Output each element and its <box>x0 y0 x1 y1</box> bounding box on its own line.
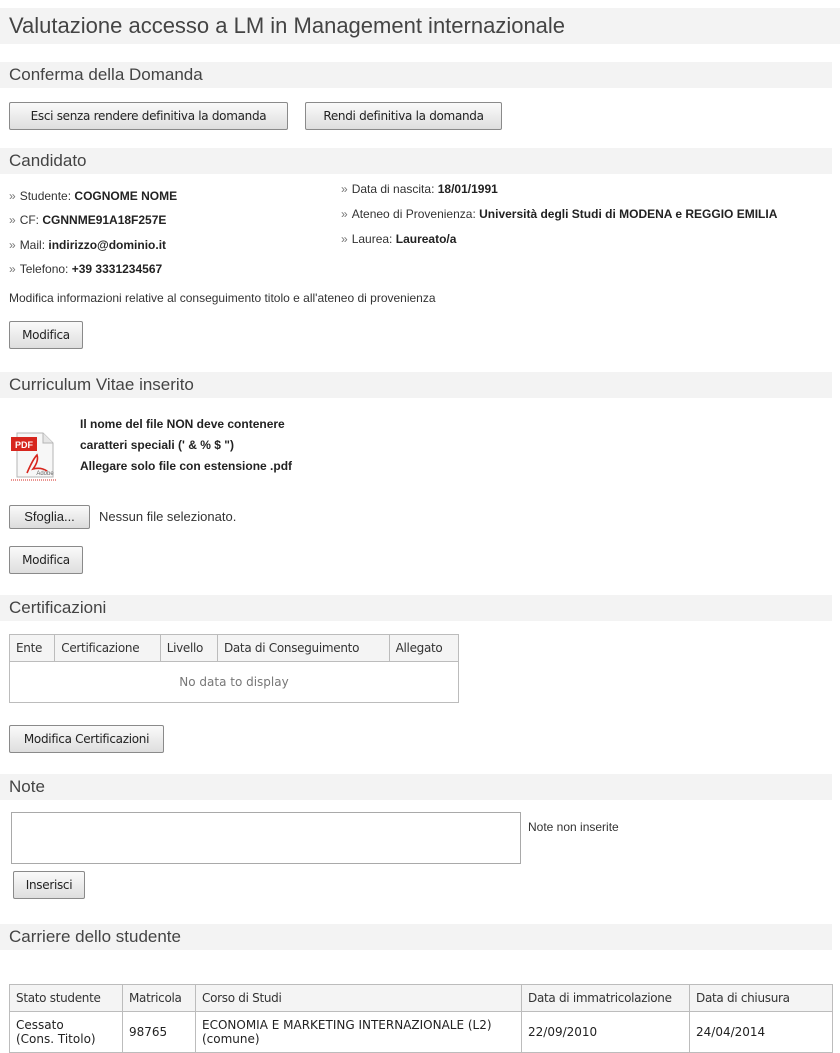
value: Università degli Studi di MODENA e REGGI… <box>479 207 778 221</box>
notice-line: Il nome del file NON deve contenere <box>80 417 285 431</box>
pdf-file-icon: PDF Adobe <box>9 427 61 483</box>
table-row: Cessato (Cons. Titolo) 98765 ECONOMIA E … <box>9 1011 833 1053</box>
cell-chiusura: 24/04/2014 <box>689 1011 833 1053</box>
notice-line: Allegare solo file con estensione .pdf <box>80 459 293 473</box>
value: +39 3331234567 <box>71 262 163 276</box>
bullet: » <box>9 238 16 252</box>
certifications-table: Ente Certificazione Livello Data di Cons… <box>8 634 460 703</box>
value: Laureato/a <box>395 232 457 246</box>
cv-notice: Il nome del file NON deve contenere cara… <box>80 414 292 477</box>
column-header-chiusura[interactable]: Data di chiusura <box>689 984 833 1012</box>
column-header-data-conseguimento[interactable]: Data di Conseguimento <box>216 634 390 662</box>
cell-corso: ECONOMIA E MARKETING INTERNAZIONALE (L2)… <box>195 1011 522 1053</box>
page-title: Valutazione accesso a LM in Management i… <box>0 8 840 44</box>
section-title-notes: Note <box>0 774 832 800</box>
bullet: » <box>341 207 348 221</box>
label: Ateneo di Provenienza: <box>351 207 480 221</box>
value: indirizzo@dominio.it <box>48 238 167 252</box>
table-header-row: Stato studente Matricola Corso di Studi … <box>9 984 833 1012</box>
value: COGNOME NOME <box>74 189 178 203</box>
adobe-label: Adobe <box>36 471 54 477</box>
section-title-confirm: Conferma della Domanda <box>0 62 832 88</box>
value: 18/01/1991 <box>437 182 498 196</box>
bullet: » <box>341 232 348 246</box>
section-title-careers: Carriere dello studente <box>0 924 832 950</box>
column-header-matricola[interactable]: Matricola <box>122 984 196 1012</box>
bullet: » <box>9 189 16 203</box>
edit-certifications-button[interactable]: Modifica Certificazioni <box>9 725 164 753</box>
label: CF: <box>19 213 43 227</box>
edit-candidate-button[interactable]: Modifica <box>9 321 83 349</box>
candidate-degree: » Laurea: Laureato/a <box>341 232 456 246</box>
insert-note-button[interactable]: Inserisci <box>13 871 85 899</box>
bullet: » <box>9 213 16 227</box>
cell-stato: Cessato (Cons. Titolo) <box>9 1011 123 1053</box>
stato-sub: (Cons. Titolo) <box>16 1032 96 1046</box>
label: Studente: <box>19 189 75 203</box>
exit-without-finalizing-button[interactable]: Esci senza rendere definitiva la domanda <box>9 102 288 130</box>
label: Data di nascita: <box>351 182 438 196</box>
cell-matricola: 98765 <box>122 1011 196 1053</box>
label: Telefono: <box>19 262 72 276</box>
table-header-row: Ente Certificazione Livello Data di Cons… <box>8 634 460 662</box>
candidate-student: » Studente: COGNOME NOME <box>9 189 177 203</box>
file-status: Nessun file selezionato. <box>99 509 237 524</box>
corso-sub: (comune) <box>202 1032 260 1046</box>
candidate-birthdate: » Data di nascita: 18/01/1991 <box>341 182 498 196</box>
candidate-university: » Ateneo di Provenienza: Università degli… <box>341 207 777 221</box>
careers-table: Stato studente Matricola Corso di Studi … <box>9 984 833 1053</box>
value: CGNNME91A18F257E <box>42 213 167 227</box>
notes-textarea[interactable] <box>11 812 521 864</box>
column-header-ente[interactable]: Ente <box>8 634 56 662</box>
edit-cv-button[interactable]: Modifica <box>9 546 83 574</box>
candidate-cf: » CF: CGNNME91A18F257E <box>9 213 166 227</box>
column-header-livello[interactable]: Livello <box>159 634 218 662</box>
pdf-label: PDF <box>15 440 34 450</box>
edit-info-description: Modifica informazioni relative al conseg… <box>9 291 436 305</box>
corso-value: ECONOMIA E MARKETING INTERNAZIONALE (L2) <box>202 1018 492 1032</box>
candidate-mail: » Mail: indirizzo@dominio.it <box>9 238 166 252</box>
browse-file-button[interactable]: Sfoglia... <box>9 505 90 529</box>
bullet: » <box>341 182 348 196</box>
column-header-allegato[interactable]: Allegato <box>388 634 460 662</box>
finalize-application-button[interactable]: Rendi definitiva la domanda <box>305 102 502 130</box>
column-header-immatricolazione[interactable]: Data di immatricolazione <box>521 984 690 1012</box>
stato-value: Cessato <box>16 1018 64 1032</box>
empty-message: No data to display <box>9 661 459 703</box>
column-header-corso[interactable]: Corso di Studi <box>195 984 522 1012</box>
bullet: » <box>9 262 16 276</box>
label: Laurea: <box>351 232 396 246</box>
section-title-candidate: Candidato <box>0 148 832 174</box>
column-header-stato[interactable]: Stato studente <box>9 984 123 1012</box>
table-row: No data to display <box>9 661 459 703</box>
section-title-cv: Curriculum Vitae inserito <box>0 372 832 398</box>
column-header-certificazione[interactable]: Certificazione <box>54 634 161 662</box>
notes-status: Note non inserite <box>528 820 619 834</box>
label: Mail: <box>19 238 49 252</box>
candidate-phone: » Telefono: +39 3331234567 <box>9 262 162 276</box>
notice-line: caratteri speciali (' & % $ ") <box>80 438 234 452</box>
cell-immatricolazione: 22/09/2010 <box>521 1011 690 1053</box>
section-title-certifications: Certificazioni <box>0 595 832 621</box>
